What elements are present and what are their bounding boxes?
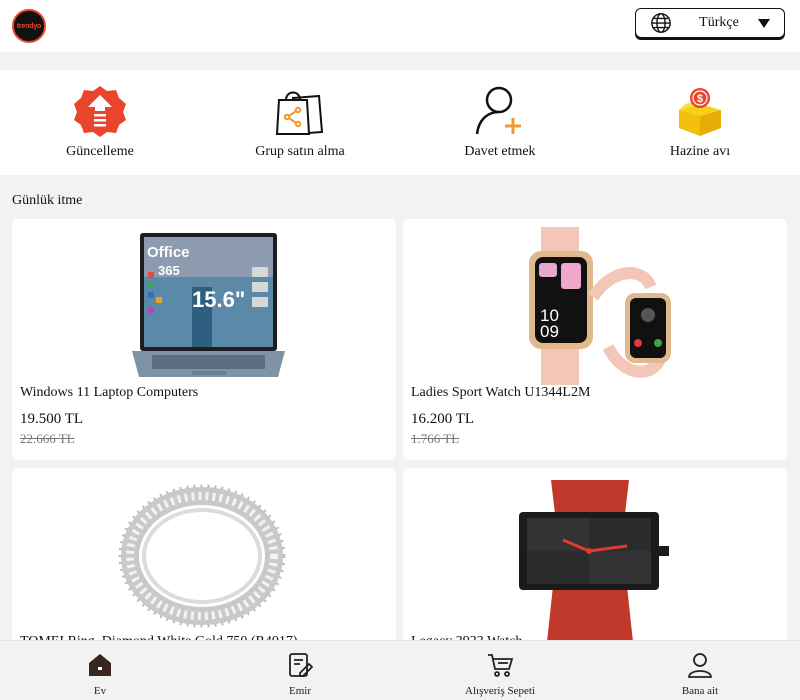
top-bar: trendyo Türkçe <box>0 0 800 52</box>
user-icon <box>688 653 712 678</box>
shopping-bag-share-icon <box>275 91 324 136</box>
nav-profile[interactable]: Bana ait <box>600 641 800 700</box>
home-icon <box>89 654 111 676</box>
smartwatch-image: 10 09 <box>529 227 671 385</box>
add-user-icon <box>475 86 521 135</box>
feature-treasure-hunt[interactable]: $ Hazine avı <box>600 70 800 175</box>
laptop-image: Office 365 15.6" <box>132 233 285 377</box>
nav-label: Alışveriş Sepeti <box>465 685 535 697</box>
globe-icon <box>651 13 671 33</box>
language-selector[interactable]: Türkçe <box>635 8 785 38</box>
product-card[interactable]: Office 365 15.6" Windows 11 Laptop Compu… <box>12 219 396 460</box>
feature-label: Güncelleme <box>66 144 134 159</box>
chevron-down-icon <box>758 18 770 28</box>
product-name: Ladies Sport Watch U1344L2M <box>411 385 591 400</box>
feature-invite[interactable]: Davet etmek <box>400 70 600 175</box>
order-edit-icon <box>289 653 314 677</box>
section-title: Günlük itme <box>12 193 83 208</box>
feature-upgrade[interactable]: Güncelleme <box>0 70 200 175</box>
nav-cart[interactable]: Alışveriş Sepeti <box>400 641 600 700</box>
nav-home[interactable]: Ev <box>0 641 200 700</box>
feature-label: Hazine avı <box>669 144 731 159</box>
svg-text:09: 09 <box>540 322 559 341</box>
nav-label: Bana ait <box>681 685 719 697</box>
logo-text: trendyo <box>16 22 42 30</box>
language-label: Türkçe <box>699 15 739 30</box>
svg-text:Office: Office <box>147 244 190 261</box>
product-name: Windows 11 Laptop Computers <box>20 385 199 400</box>
feature-row: Güncelleme Grup satın alma Davet etmek $… <box>0 70 800 175</box>
ring-image <box>118 484 286 628</box>
feature-label: Davet etmek <box>464 144 536 159</box>
product-card[interactable]: 10 09 Ladies Sport Watch U1344L2M 16.200… <box>403 219 787 460</box>
nav-label: Ev <box>93 685 107 697</box>
nav-orders[interactable]: Emir <box>200 641 400 700</box>
nav-label: Emir <box>289 685 311 697</box>
cart-icon <box>488 654 514 677</box>
product-old-price: 22.666 TL <box>20 431 75 446</box>
product-price: 16.200 TL <box>411 411 475 427</box>
feature-label: Grup satın alma <box>255 144 345 159</box>
red-watch-image <box>519 480 669 642</box>
product-price: 19.500 TL <box>20 411 84 427</box>
svg-text:$: $ <box>697 93 703 105</box>
bottom-nav: Ev Emir Alışveriş Sepeti Bana ait <box>0 640 800 700</box>
app-logo[interactable]: trendyo <box>12 9 46 43</box>
svg-text:15.6": 15.6" <box>192 287 245 312</box>
feature-group-buy[interactable]: Grup satın alma <box>200 70 400 175</box>
product-old-price: 1.766 TL <box>411 431 460 446</box>
svg-text:365: 365 <box>158 263 180 278</box>
upgrade-badge-icon <box>74 86 126 137</box>
treasure-box-icon: $ <box>679 88 721 136</box>
